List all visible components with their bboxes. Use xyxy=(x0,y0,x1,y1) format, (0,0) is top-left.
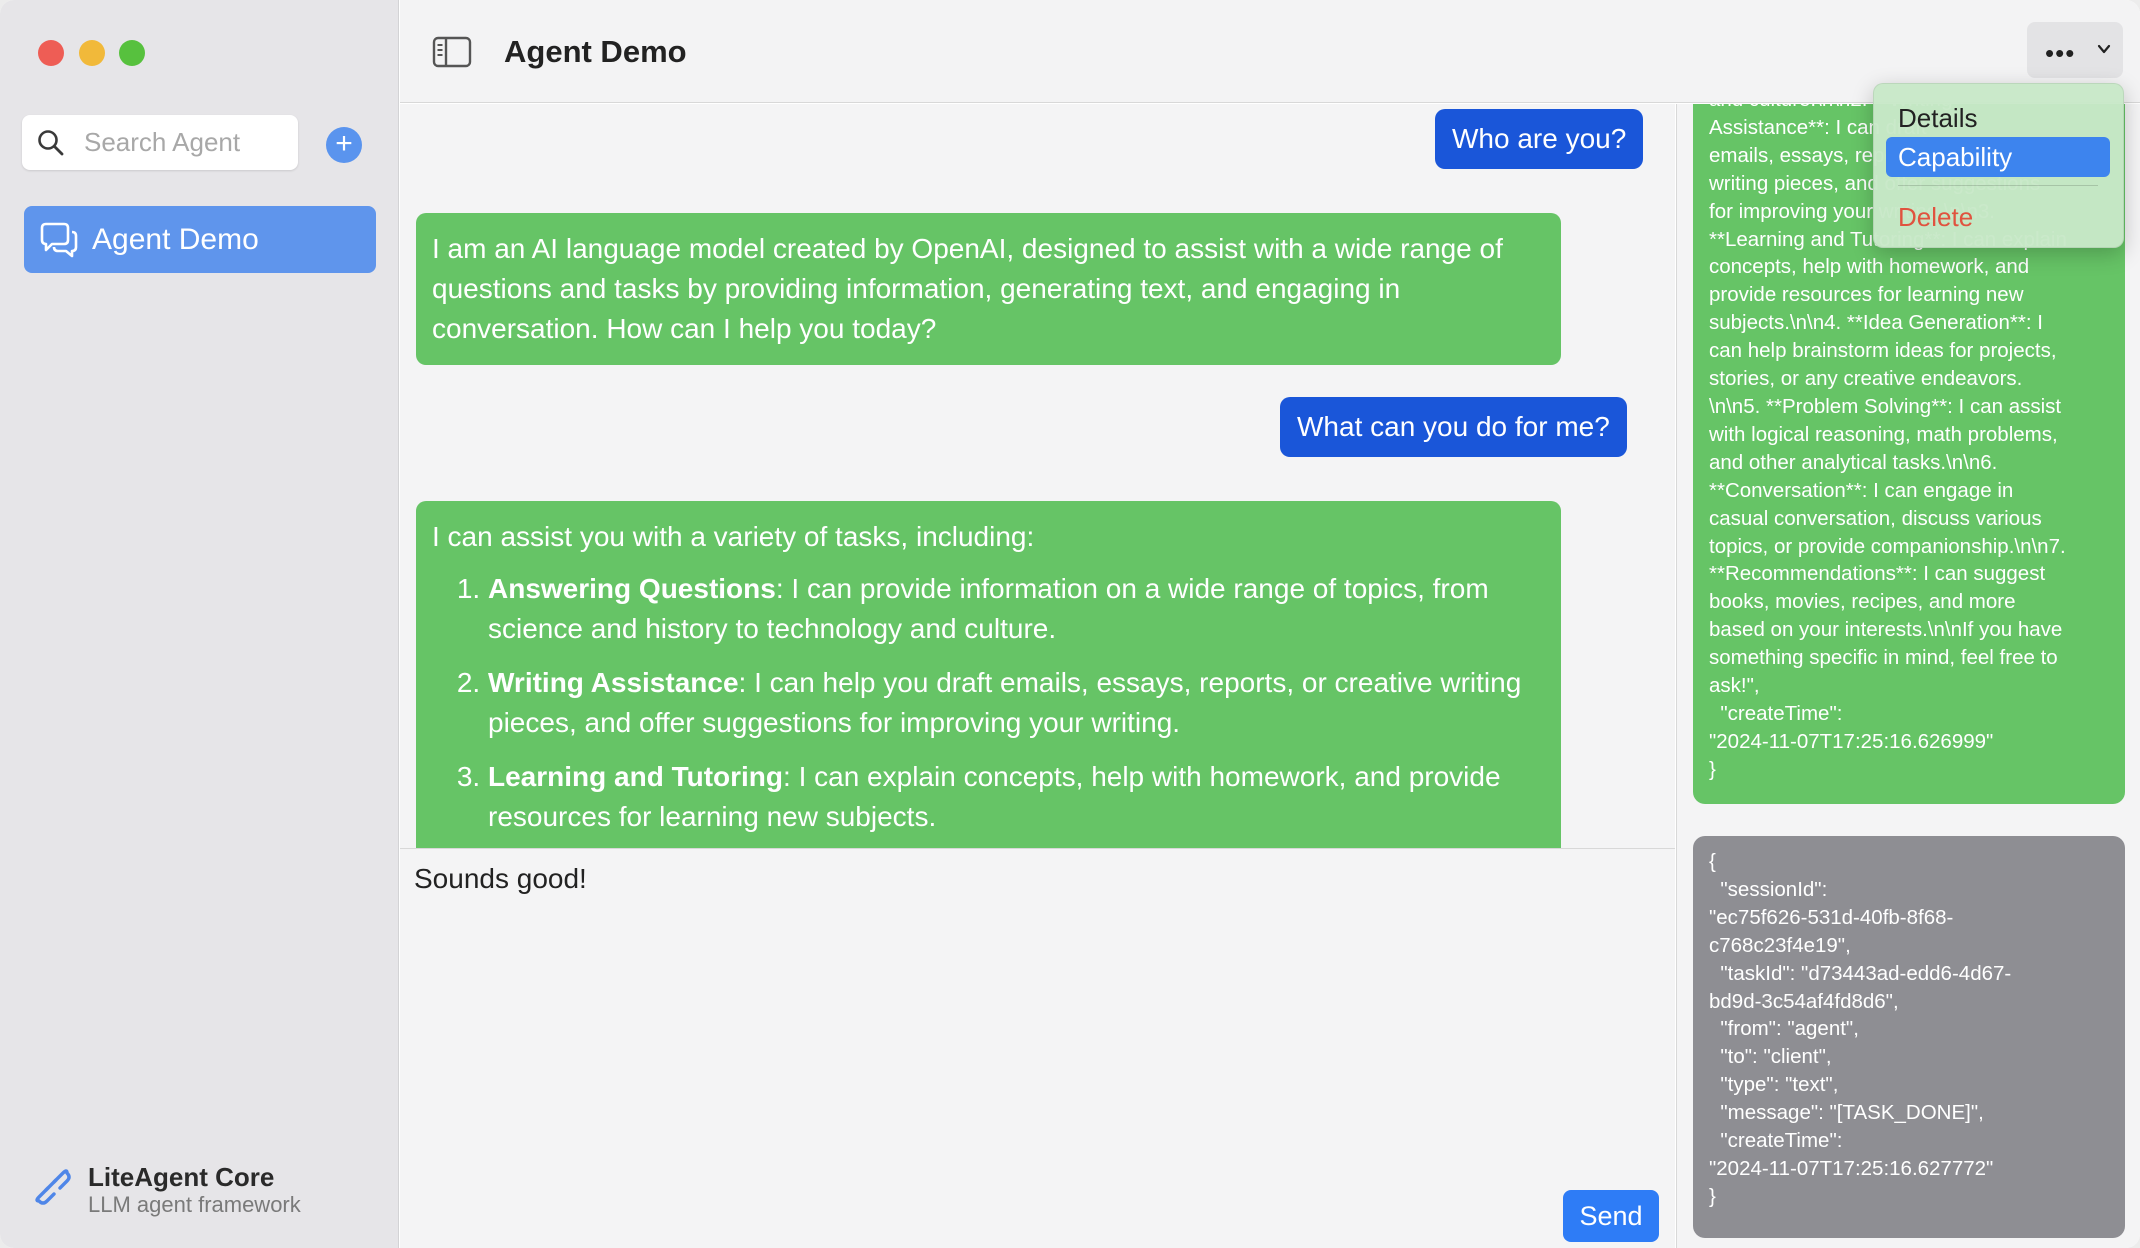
sidebar-toggle-icon[interactable] xyxy=(432,36,472,68)
message-input[interactable]: Sounds good! xyxy=(414,863,1654,1163)
brand-subtitle: LLM agent framework xyxy=(88,1192,301,1217)
list-item-title: Answering Questions xyxy=(488,573,776,604)
close-window-button[interactable] xyxy=(38,40,64,66)
log-entry-status: { "sessionId": "ec75f626-531d-40fb-8f68-… xyxy=(1693,836,2125,1238)
zoom-window-button[interactable] xyxy=(119,40,145,66)
send-button[interactable]: Send xyxy=(1563,1190,1659,1242)
list-item: Writing Assistance: I can help you draft… xyxy=(488,663,1545,743)
search-box xyxy=(22,115,298,170)
more-menu-button[interactable]: ••• xyxy=(2027,22,2123,78)
log-panel[interactable]: and culture.\n\n2. **Writing Assistance*… xyxy=(1676,104,2140,1248)
search-icon xyxy=(38,130,64,156)
user-message: What can you do for me? xyxy=(1280,397,1627,457)
list-item: Answering Questions: I can provide infor… xyxy=(488,569,1545,649)
menu-item-capability[interactable]: Capability xyxy=(1886,137,2110,177)
sidebar-item-agent-demo[interactable]: Agent Demo xyxy=(24,206,376,273)
app-window: + Agent Demo LiteAgent Core LLM agent fr… xyxy=(0,0,2140,1248)
menu-separator xyxy=(1898,185,2098,186)
list-item: Learning and Tutoring: I can explain con… xyxy=(488,757,1545,837)
user-message: Who are you? xyxy=(1435,109,1644,169)
sidebar-item-label: Agent Demo xyxy=(92,223,259,256)
chevron-down-icon xyxy=(2097,44,2111,54)
menu-item-delete[interactable]: Delete xyxy=(1886,197,2110,237)
list-item-title: Writing Assistance xyxy=(488,667,739,698)
ellipsis-icon: ••• xyxy=(2045,38,2076,68)
more-dropdown-menu: Details Capability Delete xyxy=(1873,83,2124,248)
brand-title: LiteAgent Core xyxy=(88,1162,275,1192)
add-agent-button[interactable]: + xyxy=(326,127,362,163)
chat-bubbles-icon xyxy=(40,222,78,258)
chat-transcript[interactable]: Who are you? I am an AI language model c… xyxy=(400,104,1675,848)
capability-list: Answering Questions: I can provide infor… xyxy=(488,569,1545,837)
agent-message-intro: I can assist you with a variety of tasks… xyxy=(432,521,1035,552)
agent-message: I can assist you with a variety of tasks… xyxy=(416,501,1561,848)
minimize-window-button[interactable] xyxy=(79,40,105,66)
agent-message: I am an AI language model created by Ope… xyxy=(416,213,1561,365)
page-title: Agent Demo xyxy=(504,34,687,69)
message-composer: Sounds good! Send xyxy=(400,848,1675,1248)
list-item-title: Learning and Tutoring xyxy=(488,761,784,792)
search-input[interactable] xyxy=(84,123,284,161)
menu-item-details[interactable]: Details xyxy=(1886,98,2110,138)
sidebar: + Agent Demo LiteAgent Core LLM agent fr… xyxy=(0,0,399,1248)
link-icon xyxy=(35,1169,71,1205)
